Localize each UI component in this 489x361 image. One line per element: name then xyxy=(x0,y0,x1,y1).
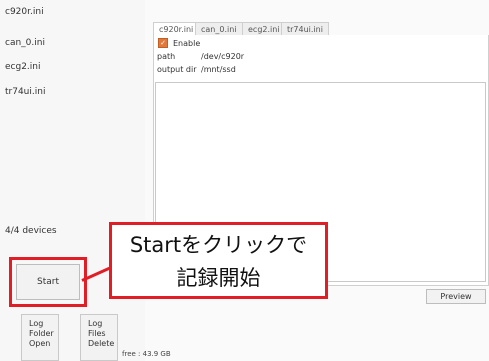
enable-checkbox-row[interactable]: ✓ Enable xyxy=(158,38,200,48)
output-dir-value: /mnt/ssd xyxy=(201,65,236,74)
preview-button[interactable]: Preview xyxy=(426,289,486,304)
log-files-delete-line-3: Delete xyxy=(88,339,115,348)
tab-ecg2[interactable]: ecg2.ini xyxy=(242,22,286,36)
callout-line-1: Startをクリックで xyxy=(129,233,308,257)
log-folder-open-button[interactable]: Log Folder Open xyxy=(21,314,59,361)
file-item-c920r[interactable]: c920r.ini xyxy=(5,7,44,17)
log-files-delete-line-1: Log xyxy=(88,319,103,328)
instruction-callout: Startをクリックで 記録開始 xyxy=(109,222,328,299)
tab-can0[interactable]: can_0.ini xyxy=(195,22,243,36)
path-value: /dev/c920r xyxy=(201,52,245,61)
tab-tr74ui[interactable]: tr74ui.ini xyxy=(281,22,329,36)
log-folder-open-line-1: Log xyxy=(29,319,44,328)
file-item-tr74ui[interactable]: tr74ui.ini xyxy=(5,87,45,97)
devices-count: 4/4 devices xyxy=(5,226,57,236)
file-item-can0[interactable]: can_0.ini xyxy=(5,38,45,48)
log-folder-open-line-3: Open xyxy=(29,339,51,348)
output-dir-label: output dir xyxy=(157,65,197,74)
start-highlight-box xyxy=(9,257,87,307)
callout-line-2: 記録開始 xyxy=(176,266,261,290)
log-folder-open-line-2: Folder xyxy=(29,329,54,338)
log-files-delete-button[interactable]: Log Files Delete xyxy=(80,314,118,361)
enable-checkbox[interactable]: ✓ xyxy=(158,38,168,48)
tab-c920r[interactable]: c920r.ini xyxy=(153,22,200,36)
log-files-delete-line-2: Files xyxy=(88,329,106,338)
file-item-ecg2[interactable]: ecg2.ini xyxy=(5,62,41,72)
path-label: path xyxy=(157,52,176,61)
enable-label: Enable xyxy=(173,38,201,48)
free-space-label: free : 43.9 GB xyxy=(122,350,171,358)
